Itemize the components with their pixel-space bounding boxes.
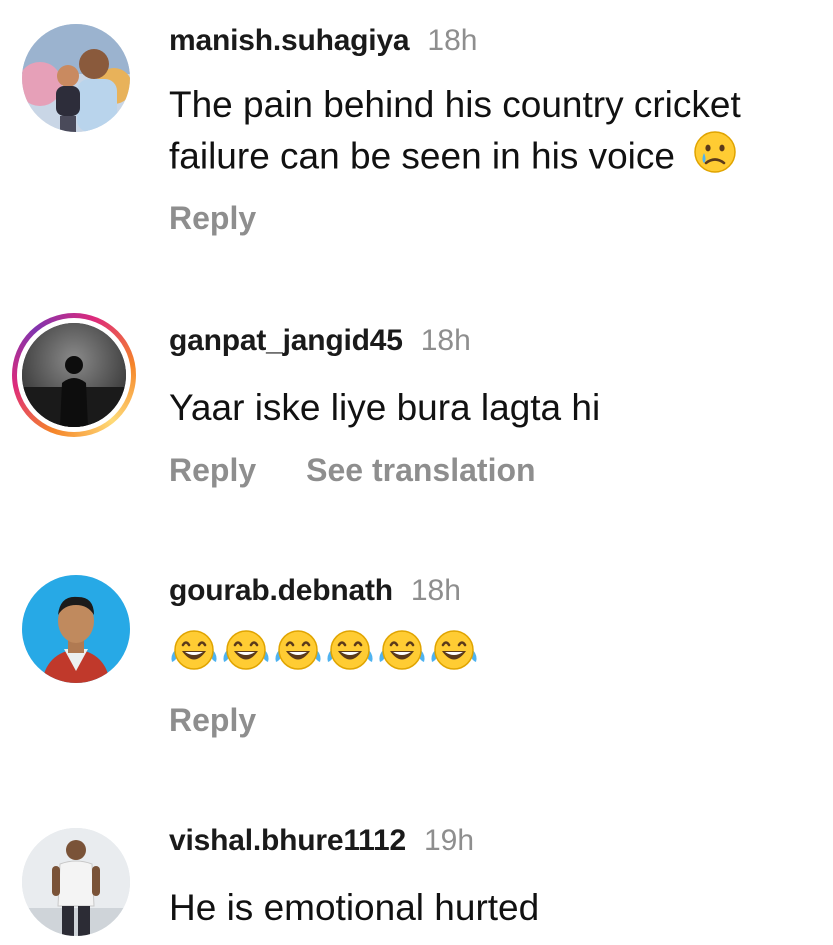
username[interactable]: ganpat_jangid45 bbox=[169, 324, 403, 358]
comment-body: The pain behind his country cricket fail… bbox=[169, 84, 741, 177]
avatar bbox=[22, 323, 126, 427]
tears-of-joy-emoji-icon bbox=[221, 628, 271, 685]
comment-body: He is emotional hurted bbox=[169, 887, 540, 928]
comment-text: The pain behind his country cricket fail… bbox=[169, 80, 819, 187]
tears-of-joy-emoji-icon bbox=[169, 628, 219, 685]
comment-body: Yaar iske liye bura lagta hi bbox=[169, 387, 601, 428]
tears-of-joy-emoji-icon bbox=[377, 628, 427, 685]
comment-actions: Reply See translation bbox=[169, 452, 536, 489]
avatar-story-ring[interactable] bbox=[12, 313, 136, 437]
tears-of-joy-emoji-icon bbox=[429, 628, 479, 685]
comment-header: gourab.debnath 18h bbox=[169, 574, 461, 608]
comment-item: gourab.debnath 18h Reply bbox=[0, 520, 833, 810]
avatar[interactable] bbox=[22, 24, 130, 132]
crying-face-emoji-icon bbox=[693, 130, 737, 187]
see-translation-button[interactable]: See translation bbox=[306, 452, 535, 489]
comment-text bbox=[169, 628, 819, 685]
avatar-photo bbox=[22, 323, 126, 427]
timestamp: 18h bbox=[410, 574, 461, 607]
reply-button[interactable]: Reply bbox=[169, 702, 256, 739]
username[interactable]: vishal.bhure1112 bbox=[169, 824, 406, 858]
comment-header: vishal.bhure1112 19h bbox=[169, 824, 474, 858]
timestamp: 19h bbox=[423, 824, 475, 857]
reply-button[interactable]: Reply bbox=[169, 200, 256, 237]
comment-text: Yaar iske liye bura lagta hi bbox=[169, 383, 819, 433]
tears-of-joy-emoji-icon bbox=[325, 628, 375, 685]
comment-actions: Reply bbox=[169, 702, 256, 739]
avatar[interactable] bbox=[22, 575, 130, 683]
reply-button[interactable]: Reply bbox=[169, 452, 256, 489]
comment-text: He is emotional hurted bbox=[169, 883, 819, 933]
timestamp: 18h bbox=[420, 324, 471, 357]
timestamp: 18h bbox=[427, 24, 478, 57]
avatar[interactable] bbox=[22, 828, 130, 936]
username[interactable]: gourab.debnath bbox=[169, 574, 393, 608]
username[interactable]: manish.suhagiya bbox=[169, 24, 410, 58]
comment-item: vishal.bhure1112 19h He is emotional hur… bbox=[0, 810, 833, 945]
comment-header: ganpat_jangid45 18h bbox=[169, 324, 471, 358]
avatar-photo bbox=[22, 575, 130, 683]
avatar-photo bbox=[22, 828, 130, 936]
avatar-photo bbox=[22, 24, 130, 132]
tears-of-joy-emoji-icon bbox=[273, 628, 323, 685]
comment-item: manish.suhagiya 18h The pain behind his … bbox=[0, 0, 833, 270]
comment-actions: Reply bbox=[169, 200, 256, 237]
comment-header: manish.suhagiya 18h bbox=[169, 24, 477, 58]
comment-item: ganpat_jangid45 18h Yaar iske liye bura … bbox=[0, 270, 833, 520]
